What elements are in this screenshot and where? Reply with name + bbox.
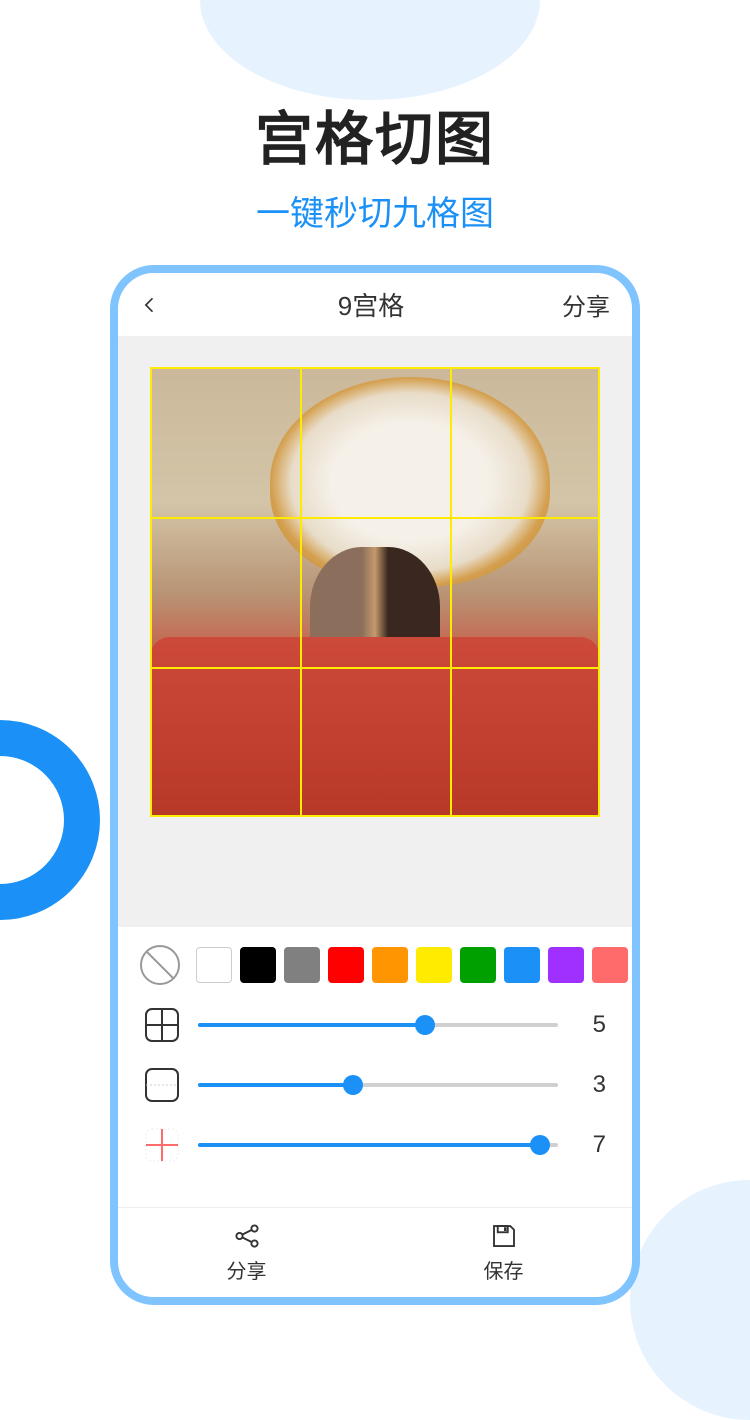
- border-icon: [144, 1067, 180, 1103]
- save-button[interactable]: 保存: [375, 1208, 632, 1297]
- border-slider-row: 3: [118, 1055, 632, 1115]
- chevron-left-icon: [140, 295, 160, 315]
- preview-photo: [150, 367, 600, 817]
- border-slider[interactable]: [198, 1083, 558, 1087]
- color-swatch-gray[interactable]: [284, 947, 320, 983]
- color-swatch-green[interactable]: [460, 947, 496, 983]
- gap-icon: [144, 1127, 180, 1163]
- nav-title: 9宫格: [338, 286, 404, 323]
- color-picker-row: [118, 927, 632, 995]
- color-swatch-orange[interactable]: [372, 947, 408, 983]
- share-icon: [232, 1221, 262, 1251]
- nav-bar: 9宫格 分享: [118, 273, 632, 337]
- color-swatch-yellow[interactable]: [416, 947, 452, 983]
- color-swatch-blue[interactable]: [504, 947, 540, 983]
- grid-slider-row: 5: [118, 995, 632, 1055]
- title-section: 宫格切图 一键秒切九格图: [0, 0, 750, 235]
- phone-frame: 9宫格 分享: [110, 265, 640, 1305]
- color-swatch-purple[interactable]: [548, 947, 584, 983]
- color-swatch-coral[interactable]: [592, 947, 628, 983]
- save-icon: [489, 1221, 519, 1251]
- nav-share-button[interactable]: 分享: [562, 287, 610, 322]
- share-label: 分享: [227, 1255, 267, 1284]
- gap-slider-row: 7: [118, 1115, 632, 1175]
- bg-decoration-left: [0, 720, 100, 920]
- gap-slider[interactable]: [198, 1143, 558, 1147]
- sub-title: 一键秒切九格图: [0, 186, 750, 235]
- color-none-button[interactable]: [140, 945, 180, 985]
- color-swatch-white[interactable]: [196, 947, 232, 983]
- grid-icon: [144, 1007, 180, 1043]
- back-button[interactable]: [140, 286, 180, 323]
- save-label: 保存: [484, 1255, 524, 1284]
- image-preview[interactable]: [150, 367, 600, 817]
- gap-slider-value: 7: [576, 1131, 606, 1159]
- preview-area: [118, 337, 632, 927]
- bottom-toolbar: 分享 保存: [118, 1207, 632, 1297]
- color-swatch-red[interactable]: [328, 947, 364, 983]
- border-slider-value: 3: [576, 1071, 606, 1099]
- grid-slider-value: 5: [576, 1011, 606, 1039]
- bg-decoration-right: [630, 1180, 750, 1420]
- main-title: 宫格切图: [0, 92, 750, 176]
- share-button[interactable]: 分享: [118, 1208, 375, 1297]
- grid-slider[interactable]: [198, 1023, 558, 1027]
- color-swatch-black[interactable]: [240, 947, 276, 983]
